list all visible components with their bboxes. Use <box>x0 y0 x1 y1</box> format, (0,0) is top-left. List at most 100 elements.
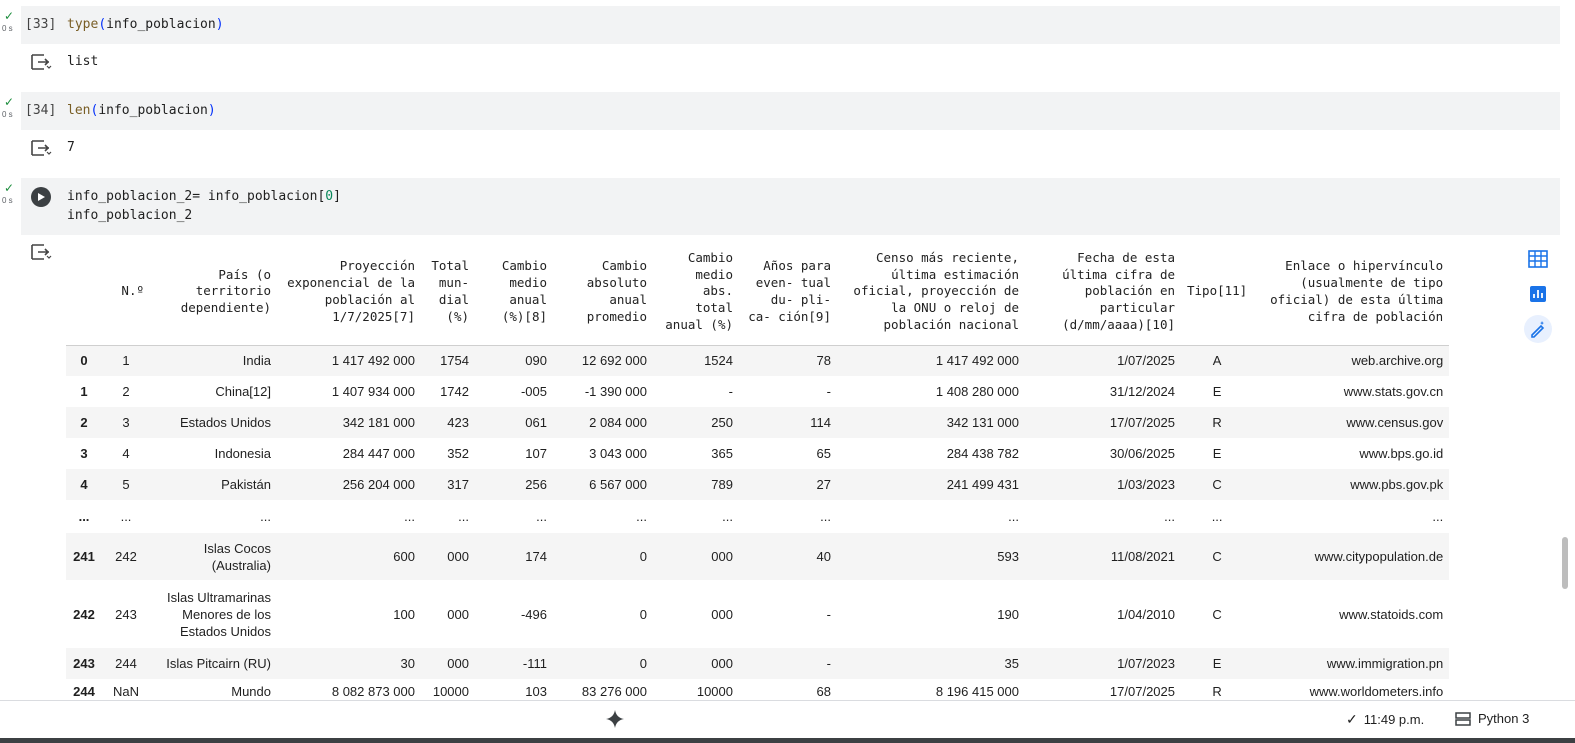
generate-code-button[interactable] <box>1524 315 1552 343</box>
table-cell: ... <box>636 509 647 524</box>
run-cell-button[interactable] <box>31 187 51 207</box>
row-index: 2 <box>80 415 88 430</box>
table-cell: 17/07/2025 <box>1109 415 1175 430</box>
table-cell: 1754 <box>440 353 469 369</box>
row-index: 242 <box>73 606 95 622</box>
code-line[interactable]: info_poblacion_2 <box>67 208 192 223</box>
check-icon: ✓ <box>1346 711 1358 727</box>
table-cell: -496 <box>520 606 547 622</box>
table-row: 2 3 Estados Unidos 342 181 000 423 061 2 084 0… <box>66 407 1450 438</box>
code-line[interactable]: type(info_poblacion) <box>67 17 224 32</box>
table-cell: R <box>1212 415 1222 430</box>
success-check-icon: ✓ <box>4 9 15 23</box>
table-cell: - <box>826 606 831 622</box>
code-editor[interactable] <box>21 92 1560 130</box>
table-cell: 107 <box>525 446 547 461</box>
table-cell: 423 <box>447 415 469 430</box>
table-cell: ... <box>722 509 733 524</box>
table-cell: 600 <box>393 549 415 564</box>
table-cell: 65 <box>816 446 831 461</box>
cell-output: list <box>67 54 99 69</box>
table-cell: 1524 <box>704 353 733 369</box>
code-line[interactable]: len(info_poblacion) <box>67 103 216 118</box>
output-toggle-icon[interactable] <box>30 53 52 71</box>
table-row: ....................................... <box>66 500 1450 533</box>
code-line[interactable]: info_poblacion_2= info_poblacion[0] <box>67 189 341 204</box>
table-cell: 11/08/2021 <box>1110 549 1175 564</box>
output-toggle-icon[interactable] <box>30 139 52 157</box>
table-cell: 250 <box>711 415 733 430</box>
table-row: 1 2 China[12] 1 407 934 000 1742 -005 -1 390 0… <box>66 376 1449 407</box>
table-cell: 1 407 934 000 <box>331 384 415 399</box>
table-cell: 090 <box>525 353 547 369</box>
table-cell: 0 <box>639 606 647 622</box>
table-cell: Pakistán <box>221 477 271 492</box>
table-cell: 365 <box>711 446 733 461</box>
table-cell: 241 499 431 <box>946 477 1019 492</box>
table-cell: 27 <box>816 477 831 492</box>
table-cell: - <box>728 384 733 399</box>
runtime-indicator[interactable]: Python 3 <box>1455 711 1529 726</box>
gemini-sparkle-icon[interactable] <box>606 710 624 733</box>
table-row: 0 1 India 1 417 492 000 1754 090 12 692 000 152… <box>66 345 1450 376</box>
table-cell: Islas Cocos (Australia) <box>203 540 271 573</box>
suggest-chart-button[interactable] <box>1524 280 1552 308</box>
output-toggle-icon[interactable] <box>30 243 52 261</box>
execution-status[interactable]: ✓ 11:49 p.m. <box>1346 711 1424 728</box>
table-cell: C <box>1212 477 1222 492</box>
code-editor[interactable] <box>21 178 1560 235</box>
table-cell: E <box>1212 384 1222 399</box>
table-cell: 593 <box>997 549 1019 564</box>
table-header-row: N.º País (o territorio dependiente) Proy… <box>66 245 1450 346</box>
table-cell: 1/04/2010 <box>1117 606 1175 622</box>
status-bar: ✓ 11:49 p.m. Python 3 <box>0 700 1575 739</box>
table-cell: 1 <box>122 353 130 369</box>
table-cell: Islas Pitcairn (RU) <box>166 656 271 671</box>
table-cell: ... <box>1164 509 1175 524</box>
column-header: N.º <box>102 245 150 346</box>
row-index: 0 <box>80 353 88 369</box>
code-cell-active: ✓ 0 s info_poblacion_2= info_poblacion[0… <box>0 178 1560 236</box>
dataframe-table: N.º País (o territorio dependiente) Proy… <box>66 245 1450 703</box>
table-cell: 1742 <box>440 384 469 399</box>
table-cell: ... <box>458 509 469 524</box>
code-editor[interactable] <box>21 6 1560 44</box>
table-cell: ... <box>1432 509 1444 524</box>
table-cell: 256 <box>525 477 547 492</box>
row-index: 3 <box>80 446 88 461</box>
table-cell: 1/07/2023 <box>1117 656 1175 671</box>
table-cell: 000 <box>711 656 733 671</box>
execution-count[interactable]: [34] <box>25 103 56 118</box>
table-cell: ... <box>260 509 271 524</box>
table-cell: Islas Ultramarinas Menores de los Estado… <box>166 589 271 639</box>
table-cell: 1 408 280 000 <box>935 384 1019 399</box>
table-cell: 114 <box>810 415 831 430</box>
table-cell: India <box>242 353 271 369</box>
column-header: Total mun- dial (%) <box>421 245 475 346</box>
vertical-scrollbar[interactable] <box>1562 537 1568 589</box>
table-cell: 352 <box>447 446 469 461</box>
table-cell: -111 <box>522 656 547 671</box>
table-cell: 000 <box>447 549 469 564</box>
table-cell: 284 438 782 <box>946 446 1019 461</box>
table-cell: 000 <box>711 549 733 564</box>
code-index: 0 <box>325 189 334 204</box>
table-cell: E <box>1212 446 1222 461</box>
table-cell: 5 <box>122 477 130 492</box>
function-name: len <box>67 103 91 118</box>
table-cell: web.archive.org <box>1351 353 1444 369</box>
convert-to-table-button[interactable] <box>1524 245 1552 273</box>
execution-count[interactable]: [33] <box>25 17 56 32</box>
table-cell: ... <box>820 509 831 524</box>
output-side-toolbar <box>1524 245 1556 350</box>
table-cell: -1 390 000 <box>584 384 647 399</box>
table-cell: 000 <box>447 606 469 622</box>
table-cell: 40 <box>816 549 831 564</box>
column-header: Fecha de esta última cifra de población … <box>1025 245 1181 346</box>
argument: info_poblacion <box>98 103 208 118</box>
table-cell: 789 <box>711 477 733 492</box>
table-icon <box>1528 250 1548 268</box>
table-cell: 1 417 492 000 <box>935 353 1019 369</box>
play-icon <box>38 193 45 201</box>
column-header: Años para even- tual du- pli- ca- ción[9… <box>739 245 837 346</box>
